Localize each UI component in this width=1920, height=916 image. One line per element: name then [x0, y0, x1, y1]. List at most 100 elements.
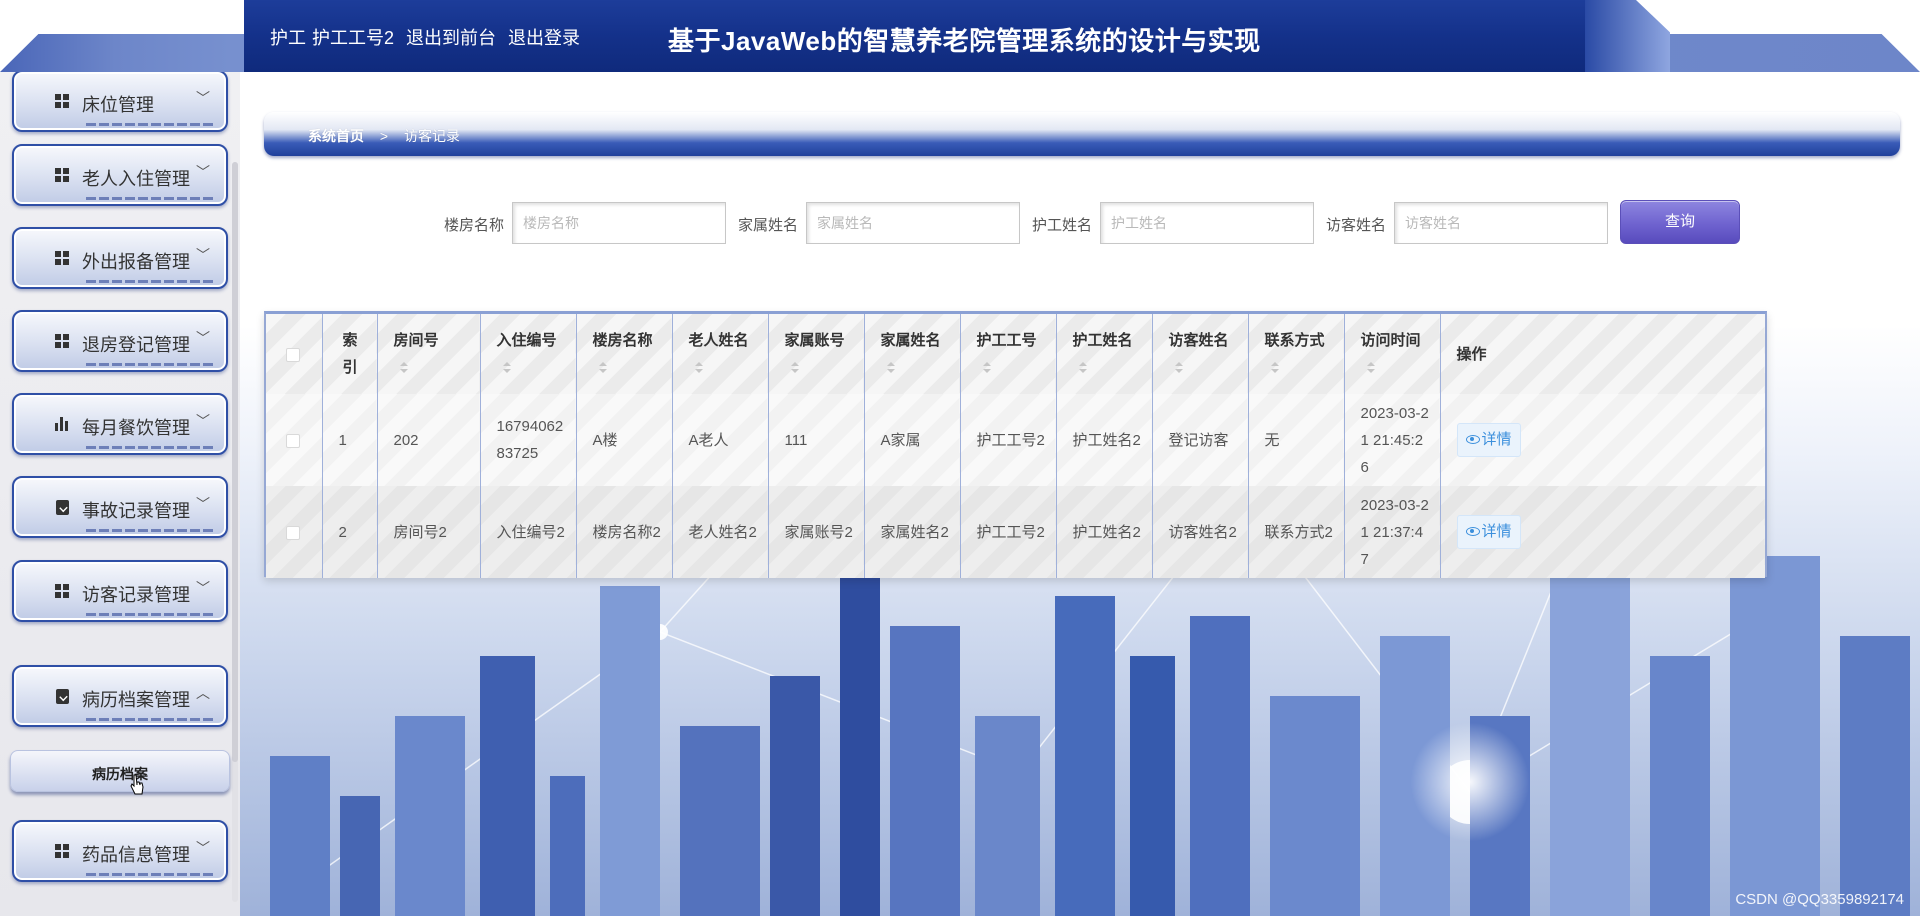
visitor-name-label: 访客姓名	[1326, 217, 1387, 234]
column-header-visit-time[interactable]: 访问时间	[1344, 314, 1441, 394]
column-header-caregiver-name[interactable]: 护工姓名	[1056, 314, 1153, 394]
sidebar-item-outing-report-management[interactable]: 外出报备管理 ﹀	[12, 227, 228, 289]
cell-visit-time: 2023-03-21 21:45:26	[1344, 394, 1441, 486]
sort-icon[interactable]	[1078, 362, 1087, 374]
grid-icon	[52, 842, 72, 862]
select-all-checkbox[interactable]	[286, 347, 300, 362]
submenu-item-label: 病历档案	[92, 766, 148, 782]
sort-icon[interactable]	[982, 362, 991, 374]
column-header-elder-name[interactable]: 老人姓名	[672, 314, 769, 394]
sidebar-item-bed-management[interactable]: 床位管理 ﹀	[12, 72, 228, 132]
breadcrumb-separator: >	[379, 128, 389, 144]
detail-button[interactable]: 详情	[1456, 515, 1521, 549]
cell-elder-name: A老人	[672, 394, 769, 486]
submenu-item-medical-records[interactable]: 病历档案	[10, 750, 230, 792]
cell-room-number: 202	[377, 394, 481, 486]
building-name-input[interactable]	[512, 202, 726, 244]
dashed-underline-decoration	[86, 613, 214, 616]
sort-icon[interactable]	[1366, 362, 1375, 374]
breadcrumb-home-link[interactable]: 系统首页	[308, 128, 364, 144]
mouse-hand-cursor-icon	[130, 774, 144, 795]
chevron-down-icon: ﹀	[196, 90, 210, 106]
cell-caregiver-id: 护工工号2	[960, 486, 1057, 578]
column-header-caregiver-id[interactable]: 护工工号	[960, 314, 1057, 394]
sidebar-item-label: 外出报备管理	[82, 252, 190, 272]
grid-icon	[52, 332, 72, 352]
column-header-checkin-number[interactable]: 入住编号	[480, 314, 577, 394]
logout-link[interactable]: 退出登录	[508, 24, 580, 50]
sidebar-item-accident-record-management[interactable]: 事故记录管理 ﹀	[12, 476, 228, 538]
user-role: 护工	[270, 28, 306, 48]
sort-icon[interactable]	[598, 362, 607, 374]
column-header-room-number[interactable]: 房间号	[377, 314, 481, 394]
sort-icon[interactable]	[886, 362, 895, 374]
row-checkbox[interactable]	[286, 433, 300, 448]
grid-icon	[52, 249, 72, 269]
cell-elder-name: 老人姓名2	[672, 486, 769, 578]
user-name: 护工工号2	[312, 28, 395, 48]
sort-icon[interactable]	[502, 362, 511, 374]
cell-caregiver-id: 护工工号2	[960, 394, 1057, 486]
sidebar-item-monthly-meals-management[interactable]: 每月餐饮管理 ﹀	[12, 393, 228, 455]
grid-icon	[52, 92, 72, 112]
sort-icon[interactable]	[399, 362, 408, 374]
detail-button[interactable]: 详情	[1456, 423, 1521, 457]
row-checkbox[interactable]	[286, 525, 300, 540]
cell-family-name: A家属	[864, 394, 961, 486]
dashed-underline-decoration	[86, 529, 214, 532]
visitor-name-input[interactable]	[1394, 202, 1608, 244]
sidebar-item-visitor-record-management[interactable]: 访客记录管理 ﹀	[12, 560, 228, 622]
sort-icon[interactable]	[694, 362, 703, 374]
cell-building-name: 楼房名称2	[576, 486, 673, 578]
dashed-underline-decoration	[86, 197, 214, 200]
breadcrumb-current: 访客记录	[403, 128, 460, 144]
sort-icon[interactable]	[1270, 362, 1279, 374]
query-button[interactable]: 查询	[1620, 200, 1740, 244]
dashed-underline-decoration	[86, 123, 214, 126]
dashed-underline-decoration	[86, 718, 214, 721]
sidebar-item-medicine-info-management[interactable]: 药品信息管理 ﹀	[12, 820, 228, 882]
grid-icon	[52, 582, 72, 602]
cell-contact: 联系方式2	[1248, 486, 1345, 578]
dashed-underline-decoration	[86, 446, 214, 449]
cell-caregiver-name: 护工姓名2	[1056, 486, 1153, 578]
column-header-index: 索引	[322, 314, 378, 394]
chevron-down-icon: ﹀	[196, 413, 210, 429]
cell-actions: 详情	[1440, 486, 1765, 578]
sidebar: 床位管理 ﹀ 老人入住管理 ﹀ 外出报备管理 ﹀ 退房登记管理 ﹀ 每月餐饮管理…	[0, 72, 240, 916]
sort-icon[interactable]	[1174, 362, 1183, 374]
user-links: 护工 护工工号2 退出到前台 退出登录	[270, 24, 580, 50]
cell-visitor-name: 登记访客	[1152, 394, 1249, 486]
sort-icon[interactable]	[790, 362, 799, 374]
dashed-underline-decoration	[86, 873, 214, 876]
sidebar-item-label: 病历档案管理	[82, 690, 190, 710]
sidebar-item-elder-checkin-management[interactable]: 老人入住管理 ﹀	[12, 144, 228, 206]
back-to-front-link[interactable]: 退出到前台	[406, 24, 496, 50]
chevron-down-icon: ﹀	[196, 247, 210, 263]
sidebar-item-label: 退房登记管理	[82, 335, 190, 355]
bar-chart-icon	[52, 415, 72, 435]
caregiver-name-label: 护工姓名	[1032, 217, 1093, 234]
column-header-visitor-name[interactable]: 访客姓名	[1152, 314, 1249, 394]
cell-visitor-name: 访客姓名2	[1152, 486, 1249, 578]
caregiver-name-input[interactable]	[1100, 202, 1314, 244]
sidebar-item-checkout-management[interactable]: 退房登记管理 ﹀	[12, 310, 228, 372]
cell-contact: 无	[1248, 394, 1345, 486]
chevron-down-icon: ﹀	[196, 840, 210, 856]
column-header-contact[interactable]: 联系方式	[1248, 314, 1345, 394]
search-form: 楼房名称 家属姓名 护工姓名 访客姓名 查询	[440, 200, 1740, 244]
sidebar-scrollbar-thumb[interactable]	[232, 162, 238, 762]
column-header-actions: 操作	[1440, 314, 1765, 394]
cell-family-account: 111	[768, 394, 865, 486]
sidebar-item-label: 每月餐饮管理	[82, 418, 190, 438]
sidebar-item-label: 药品信息管理	[82, 845, 190, 865]
chevron-down-icon: ﹀	[196, 580, 210, 596]
sidebar-item-medical-record-management[interactable]: 病历档案管理 ︿	[12, 665, 228, 727]
column-header-building-name[interactable]: 楼房名称	[576, 314, 673, 394]
table-row: 1 202 1679406283725 A楼 A老人 111 A家属 护工工号2…	[266, 394, 1765, 486]
column-header-family-account[interactable]: 家属账号	[768, 314, 865, 394]
family-name-input[interactable]	[806, 202, 1020, 244]
column-header-family-name[interactable]: 家属姓名	[864, 314, 961, 394]
cell-index: 1	[322, 394, 378, 486]
family-name-label: 家属姓名	[738, 217, 799, 234]
